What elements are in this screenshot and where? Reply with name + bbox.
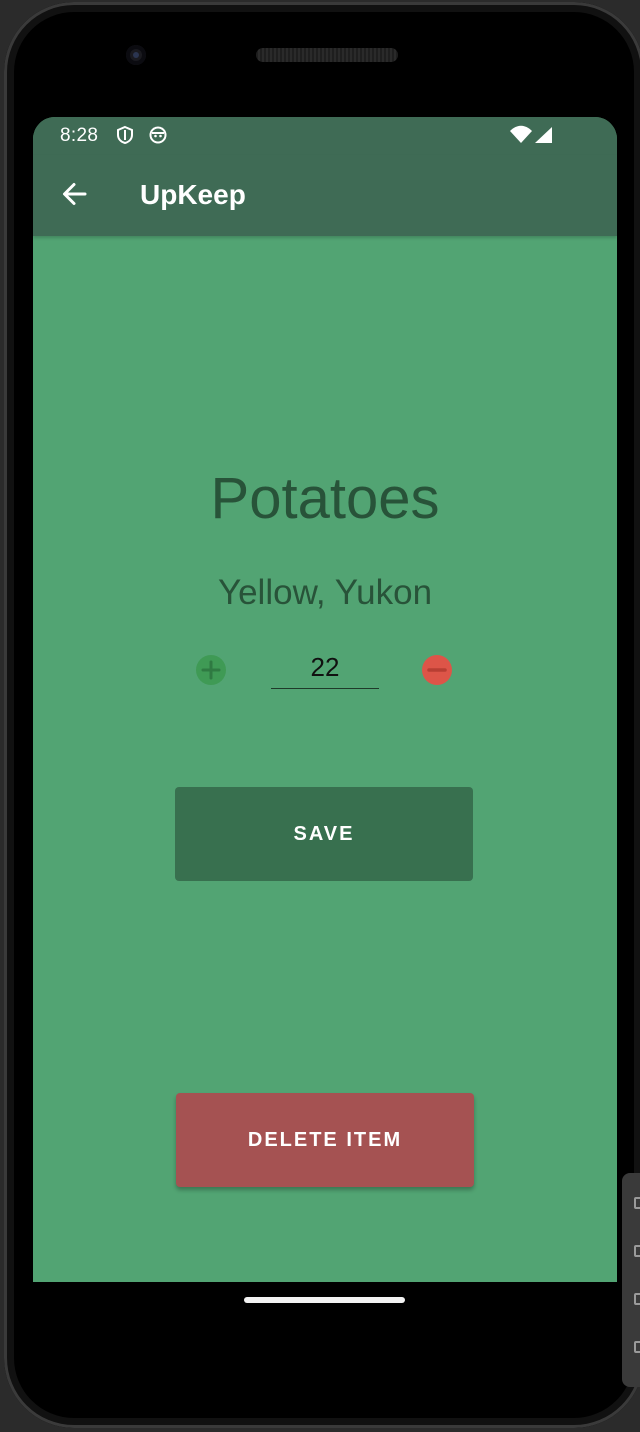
increment-button[interactable] (196, 655, 226, 685)
plus-circle-icon (196, 660, 226, 689)
delete-item-button[interactable]: DELETE ITEM (176, 1093, 474, 1187)
status-time: 8:28 (60, 125, 99, 146)
app-title: UpKeep (140, 179, 246, 210)
side-panel-icon (634, 1341, 640, 1353)
earpiece-speaker (256, 48, 398, 62)
signal-icon (533, 125, 553, 145)
arrow-left-icon (61, 181, 87, 212)
wifi-icon (509, 125, 533, 145)
shield-icon (115, 125, 135, 145)
side-panel-icon (634, 1245, 640, 1257)
item-variety: Yellow, Yukon (217, 573, 433, 612)
front-camera (126, 45, 146, 65)
side-panel-icon (634, 1293, 640, 1305)
back-button[interactable] (53, 175, 95, 217)
minus-circle-icon (422, 668, 452, 689)
face-icon (148, 125, 168, 145)
side-panel-icon (634, 1197, 640, 1209)
item-name: Potatoes (210, 466, 440, 531)
phone-frame: 8:28 UpKeep Potatoes Yellow, Yukon 22 SA… (4, 2, 640, 1428)
decrement-button[interactable] (422, 655, 452, 685)
app-screen: 8:28 UpKeep Potatoes Yellow, Yukon 22 SA… (33, 117, 617, 1282)
app-bar: UpKeep (33, 155, 617, 236)
status-bar: 8:28 (33, 117, 617, 155)
emulator-side-panel (622, 1173, 640, 1387)
save-button[interactable]: SAVE (175, 787, 473, 881)
quantity-input[interactable] (271, 647, 379, 689)
home-gesture-handle[interactable] (244, 1297, 405, 1303)
